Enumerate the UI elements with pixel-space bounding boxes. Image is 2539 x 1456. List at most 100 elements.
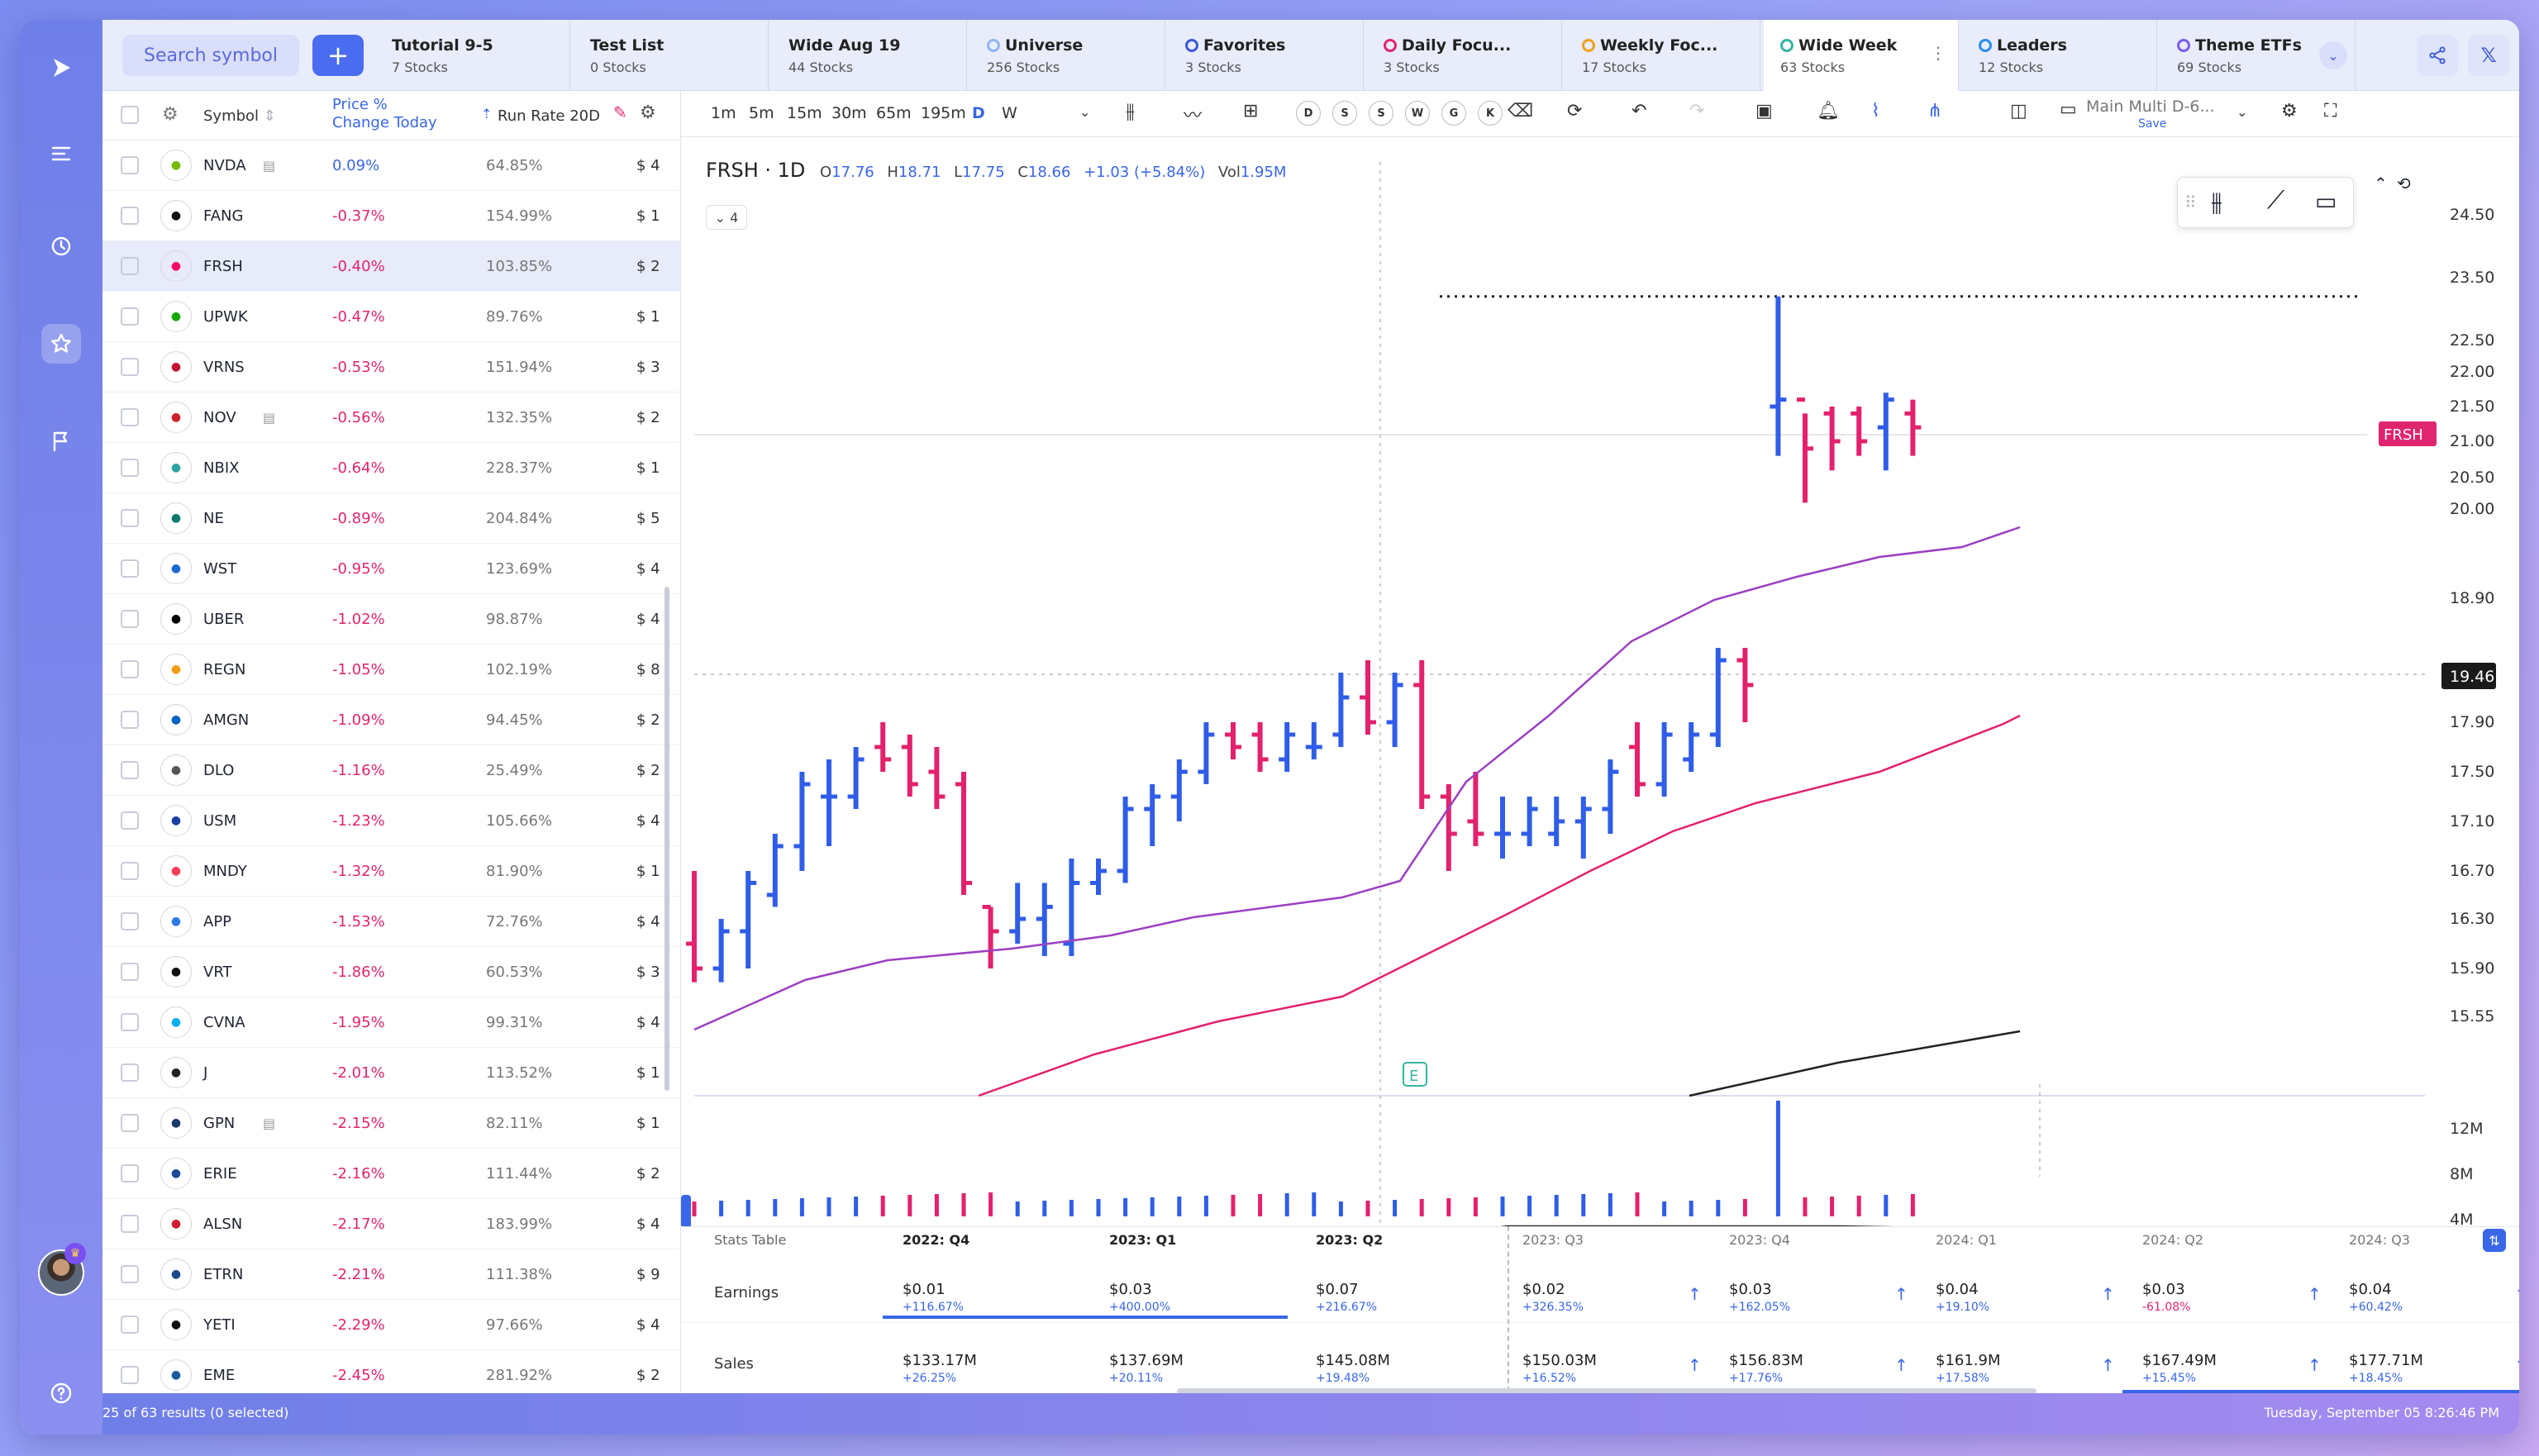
interval-W[interactable]: W <box>1002 104 1017 122</box>
tab-universe[interactable]: Universe 256 Stocks <box>970 20 1165 91</box>
select-all-checkbox[interactable] <box>121 106 139 124</box>
note-icon[interactable]: ▤ <box>263 1116 275 1131</box>
row-checkbox[interactable] <box>121 1265 139 1283</box>
comment-tool-icon[interactable]: ▭ <box>2315 188 2337 215</box>
row-checkbox[interactable] <box>121 509 139 527</box>
row-checkbox[interactable] <box>121 610 139 628</box>
row-checkbox[interactable] <box>121 257 139 275</box>
watchlist-row[interactable]: ● WST -0.95% 123.69% $ 4 <box>102 544 680 594</box>
indicators-icon[interactable]: 〰 <box>1184 101 1202 127</box>
watchlist-row[interactable]: ● CVNA -1.95% 99.31% $ 4 <box>102 997 680 1048</box>
layout-preset-s[interactable]: S <box>1332 101 1357 126</box>
watchlist-row[interactable]: ● ETRN -2.21% 111.38% $ 9 <box>102 1249 680 1300</box>
panel-layout-icon[interactable]: ◫ <box>2010 101 2027 121</box>
chart-settings-icon[interactable]: ⚙ <box>2281 101 2298 121</box>
watchlist-row[interactable]: ● NOV ▤ -0.56% 132.35% $ 2 <box>102 393 680 443</box>
tab-leaders[interactable]: Leaders 12 Stocks <box>1962 20 2157 91</box>
row-checkbox[interactable] <box>121 761 139 779</box>
watchlist-row[interactable]: ● ALSN -2.17% 183.99% $ 4 <box>102 1199 680 1249</box>
row-checkbox[interactable] <box>121 811 139 830</box>
tab-favorites[interactable]: Favorites 3 Stocks <box>1169 20 1364 91</box>
watchlist-row[interactable]: ● UBER -1.02% 98.87% $ 4 <box>102 594 680 645</box>
calendar-icon[interactable]: ▣ <box>1755 101 1773 121</box>
watchlist-row[interactable]: ● APP -1.53% 72.76% $ 4 <box>102 897 680 947</box>
history-icon[interactable] <box>41 226 81 266</box>
layout-preset-k[interactable]: K <box>1478 101 1503 126</box>
draw-eraser-icon[interactable]: ⌫ <box>1508 101 1533 121</box>
interval-30m[interactable]: 30m <box>831 104 867 122</box>
watchlist-row[interactable]: ● USM -1.23% 105.66% $ 4 <box>102 796 680 846</box>
row-checkbox[interactable] <box>121 660 139 678</box>
app-logo-icon[interactable] <box>41 48 81 88</box>
x-twitter-icon[interactable]: 𝕏 <box>2468 35 2509 76</box>
refresh-icon[interactable]: ⟳ <box>1567 101 1582 121</box>
watchlist-row[interactable]: ● NE -0.89% 204.84% $ 5 <box>102 493 680 544</box>
chevron-down-icon[interactable]: ⌄ <box>2319 41 2347 69</box>
row-checkbox[interactable] <box>121 358 139 376</box>
watchlist-row[interactable]: ● J -2.01% 113.52% $ 1 <box>102 1048 680 1098</box>
row-checkbox[interactable] <box>121 912 139 930</box>
layout-preset-g[interactable]: G <box>1441 101 1466 126</box>
watchlist-row[interactable]: ● DLO -1.16% 25.49% $ 2 <box>102 745 680 796</box>
row-checkbox[interactable] <box>121 307 139 326</box>
watchlist-row[interactable]: ● EME -2.45% 281.92% $ 2 <box>102 1350 680 1393</box>
watchlist-row[interactable]: ● UPWK -0.47% 89.76% $ 1 <box>102 292 680 342</box>
tab-menu-icon[interactable]: ⋮ <box>1930 43 1946 63</box>
row-checkbox[interactable] <box>121 408 139 426</box>
favorites-star-icon[interactable] <box>41 324 81 364</box>
tab-weekly-foc[interactable]: Weekly Foc... 17 Stocks <box>1565 20 1760 91</box>
share-icon[interactable] <box>2417 35 2458 76</box>
row-checkbox[interactable] <box>121 207 139 225</box>
symbol-column-header[interactable]: Symbol ⇕ <box>203 107 276 125</box>
row-checkbox[interactable] <box>121 1114 139 1132</box>
layout-grid-icon[interactable]: ⊞ <box>1243 101 1258 121</box>
alert-bell-icon[interactable]: 🔔︎ <box>1817 101 1840 121</box>
candles-tool-icon[interactable]: ⫵ <box>2211 188 2222 216</box>
runrate-column-header[interactable]: Run Rate 20D <box>498 107 600 125</box>
watchlist-row[interactable]: ● NVDA ▤ 0.09% 64.85% $ 4 <box>102 140 680 191</box>
note-icon[interactable]: ▤ <box>263 410 275 426</box>
drag-handle-icon[interactable]: ⠿ <box>2184 193 2197 212</box>
watchlist-row[interactable]: ● GPN ▤ -2.15% 82.11% $ 1 <box>102 1098 680 1149</box>
watchlist-row[interactable]: ● NBIX -0.64% 228.37% $ 1 <box>102 443 680 493</box>
watchlist-menu-icon[interactable] <box>41 134 81 174</box>
watchlist-row[interactable]: ● ERIE -2.16% 111.44% $ 2 <box>102 1149 680 1199</box>
watchlist-scrollbar[interactable] <box>665 587 669 1091</box>
folder-icon[interactable]: ▭ <box>2060 99 2077 120</box>
redo-icon[interactable]: ↷ <box>1689 101 1704 121</box>
interval-5m[interactable]: 5m <box>749 104 774 122</box>
row-checkbox[interactable] <box>121 1164 139 1182</box>
interval-D[interactable]: D <box>972 104 985 122</box>
interval-15m[interactable]: 15m <box>787 104 822 122</box>
row-checkbox[interactable] <box>121 559 139 578</box>
tab-tutorial-9-5[interactable]: Tutorial 9-5 7 Stocks <box>375 20 570 91</box>
layout-dropdown-icon[interactable]: ⌄ <box>2237 104 2247 120</box>
search-symbol-button[interactable]: Search symbol <box>122 35 299 76</box>
interval-dropdown-icon[interactable]: ⌄ <box>1079 104 1090 120</box>
watchlist-row[interactable]: ● YETI -2.29% 97.66% $ 4 <box>102 1300 680 1350</box>
change-column-header[interactable]: Price % Change Today <box>332 96 437 132</box>
layout-preset-s[interactable]: S <box>1369 101 1393 126</box>
row-checkbox[interactable] <box>121 459 139 477</box>
layout-name[interactable]: Main Multi D-6... <box>2086 98 2215 116</box>
collapse-pane-icon[interactable]: ⌃ <box>2374 174 2388 193</box>
row-checkbox[interactable] <box>121 1013 139 1031</box>
watchlist-row[interactable]: ● REGN -1.05% 102.19% $ 8 <box>102 645 680 695</box>
watchlist-row[interactable]: ● FRSH -0.40% 103.85% $ 2 <box>102 241 680 292</box>
watchlist-row[interactable]: ● VRT -1.86% 60.53% $ 3 <box>102 947 680 997</box>
price-chart-canvas[interactable]: 24.50 23.50 22.50 22.00 21.50 21.00 20.50 20.00… <box>681 137 2519 1226</box>
tab-wide-aug-19[interactable]: Wide Aug 19 44 Stocks <box>772 20 967 91</box>
tab-daily-focu[interactable]: Daily Focu... 3 Stocks <box>1367 20 1562 91</box>
interval-1m[interactable]: 1m <box>711 104 736 122</box>
fullscreen-icon[interactable]: ⛶ <box>2324 101 2337 121</box>
column-settings-icon[interactable]: ⚙ <box>640 102 656 123</box>
bar-type-icon[interactable]: ⫵ <box>1126 99 1135 122</box>
chart-type-icon[interactable]: ⌇ <box>1871 101 1880 121</box>
undo-icon[interactable]: ↶ <box>1632 101 1646 121</box>
watchlist-row[interactable]: ● VRNS -0.53% 151.94% $ 3 <box>102 342 680 393</box>
row-checkbox[interactable] <box>121 156 139 174</box>
row-checkbox[interactable] <box>121 1366 139 1384</box>
watchlist-row[interactable]: ● AMGN -1.09% 94.45% $ 2 <box>102 695 680 745</box>
note-icon[interactable]: ▤ <box>263 158 275 174</box>
watchlist-row[interactable]: ● FANG -0.37% 154.99% $ 1 <box>102 191 680 241</box>
